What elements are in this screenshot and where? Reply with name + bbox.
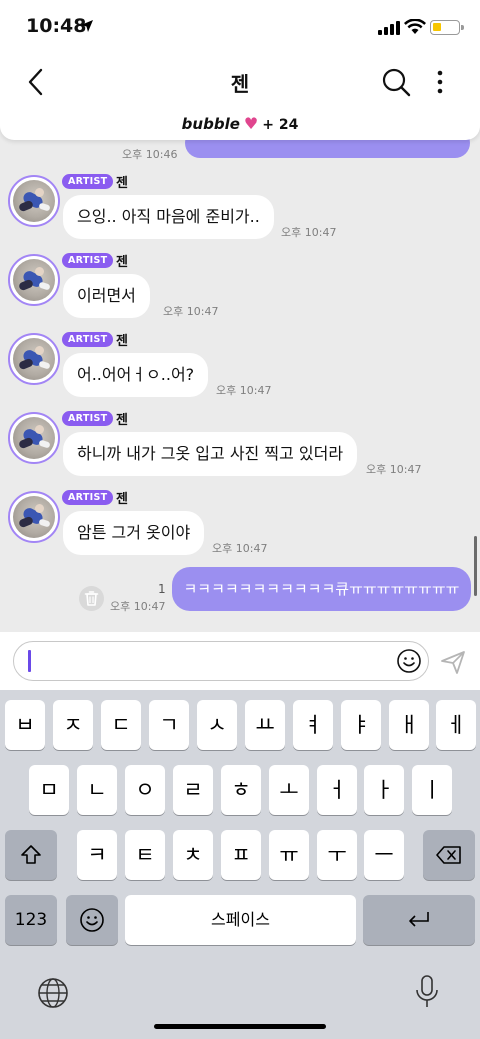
sender-name: 젠 [116, 492, 128, 507]
backspace-icon [436, 846, 461, 864]
key[interactable]: ㄷ [101, 700, 141, 750]
smiley-icon[interactable] [396, 648, 422, 674]
key[interactable]: ㄱ [149, 700, 189, 750]
unread-count: 1 [158, 582, 166, 596]
message-timestamp: 오후 10:47 [366, 463, 422, 476]
emoji-key[interactable] [66, 895, 118, 945]
message-row: ARTIST 젠 어..어어ㅓㅇ..어? 오후 10:47 [0, 330, 480, 402]
bubble-count: + 24 [262, 117, 299, 133]
artist-badge: ARTIST [62, 411, 114, 426]
message-bubble[interactable]: 하니까 내가 그옷 입고 사진 찍고 있더라 [63, 432, 358, 476]
key[interactable]: ㅊ [173, 830, 213, 880]
avatar[interactable] [8, 412, 60, 464]
chat-header: 젠 [0, 56, 480, 108]
message-bubble[interactable]: 으잉.. 아직 마음에 준비가.. [63, 195, 274, 239]
key[interactable]: ㅓ [317, 765, 357, 815]
message-row: ARTIST 젠 이러면서 오후 10:47 [0, 251, 480, 323]
location-arrow-icon [81, 20, 93, 32]
sender-name: 젠 [116, 255, 128, 270]
key[interactable]: ㄹ [173, 765, 213, 815]
key[interactable]: ㅡ [364, 830, 404, 880]
sender-name: 젠 [116, 176, 128, 191]
mic-icon[interactable] [414, 975, 440, 1009]
trash-icon[interactable] [79, 586, 104, 611]
sender-name: 젠 [116, 334, 128, 349]
key[interactable]: ㅇ [125, 765, 165, 815]
globe-icon[interactable] [37, 977, 69, 1009]
message-input-bar [0, 632, 480, 690]
message-bubble[interactable]: 이러면서 [63, 274, 150, 318]
avatar[interactable] [8, 333, 60, 385]
message-timestamp: 오후 10:46 [122, 148, 178, 161]
avatar[interactable] [8, 491, 60, 543]
message-bubble[interactable]: 어..어어ㅓㅇ..어? [63, 353, 209, 397]
key[interactable]: ㅐ [389, 700, 429, 750]
key[interactable]: ㅔ [436, 700, 476, 750]
my-message-bubble[interactable]: ㅋㅋㅋㅋㅋㅋㅋㅋㅋㅋㅋ큐ㅠㅠㅠㅠㅠㅠㅠㅠ [172, 567, 471, 611]
wifi-icon [404, 19, 426, 34]
key[interactable]: ㅌ [125, 830, 165, 880]
sender-name: 젠 [116, 413, 128, 428]
key[interactable]: ㅁ [29, 765, 69, 815]
scrollbar[interactable] [474, 536, 477, 596]
key[interactable]: ㅍ [221, 830, 261, 880]
cellular-signal-icon [378, 21, 400, 35]
message-input[interactable] [13, 641, 429, 681]
send-icon[interactable] [439, 648, 467, 676]
key[interactable]: ㅑ [341, 700, 381, 750]
numbers-key[interactable]: 123 [5, 895, 57, 945]
more-vertical-icon[interactable] [430, 68, 450, 96]
artist-badge: ARTIST [62, 253, 114, 268]
bubble-count-banner[interactable]: bubble ♥ + 24 [0, 108, 480, 140]
message-timestamp: 오후 10:47 [212, 542, 268, 555]
smiley-icon [80, 908, 104, 932]
key[interactable]: ㅛ [245, 700, 285, 750]
key[interactable]: ㅜ [317, 830, 357, 880]
message-timestamp: 오후 10:47 [163, 305, 219, 318]
message-timestamp: 오후 10:47 [281, 226, 337, 239]
status-bar: 10:48 [0, 0, 480, 56]
return-icon [409, 912, 429, 927]
home-indicator[interactable] [154, 1024, 326, 1029]
message-timestamp: 오후 10:47 [216, 384, 272, 397]
key[interactable]: ㅕ [293, 700, 333, 750]
shift-key[interactable] [5, 830, 57, 880]
artist-badge: ARTIST [62, 332, 114, 347]
key[interactable]: ㄴ [77, 765, 117, 815]
return-key[interactable] [363, 895, 475, 945]
key[interactable]: ㅋ [77, 830, 117, 880]
key[interactable]: ㅣ [412, 765, 452, 815]
status-time: 10:48 [26, 15, 87, 37]
key[interactable]: ㅠ [269, 830, 309, 880]
space-key[interactable]: 스페이스 [125, 895, 356, 945]
message-row: ARTIST 젠 암튼 그거 옷이야 오후 10:47 [0, 488, 480, 560]
keyboard: ㅂ ㅈ ㄷ ㄱ ㅅ ㅛ ㅕ ㅑ ㅐ ㅔ ㅁ ㄴ ㅇ ㄹ ㅎ ㅗ ㅓ ㅏ ㅣ ㅋ … [0, 690, 480, 1039]
chat-area[interactable]: bubble ♥ + 24 오후 10:46 ARTIST 젠 으잉.. 아직 마음… [0, 108, 480, 632]
key[interactable]: ㅂ [5, 700, 45, 750]
message-row: ARTIST 젠 으잉.. 아직 마음에 준비가.. 오후 10:47 [0, 172, 480, 244]
avatar[interactable] [8, 254, 60, 306]
text-caret [28, 650, 31, 672]
message-bubble[interactable]: 암튼 그거 옷이야 [63, 511, 205, 555]
bubble-label: bubble [181, 115, 240, 133]
message-row: ARTIST 젠 하니까 내가 그옷 입고 사진 찍고 있더라 오후 10:47 [0, 409, 480, 481]
heart-icon: ♥ [243, 114, 259, 133]
key[interactable]: ㅅ [197, 700, 237, 750]
key[interactable]: ㅗ [269, 765, 309, 815]
key[interactable]: ㅈ [53, 700, 93, 750]
avatar[interactable] [8, 175, 60, 227]
battery-icon [430, 20, 464, 35]
key[interactable]: ㅎ [221, 765, 261, 815]
delete-key[interactable] [423, 830, 475, 880]
key[interactable]: ㅏ [364, 765, 404, 815]
search-icon[interactable] [380, 66, 412, 98]
artist-badge: ARTIST [62, 174, 114, 189]
shift-icon [21, 845, 41, 864]
message-timestamp: 오후 10:47 [110, 600, 166, 613]
artist-badge: ARTIST [62, 490, 114, 505]
